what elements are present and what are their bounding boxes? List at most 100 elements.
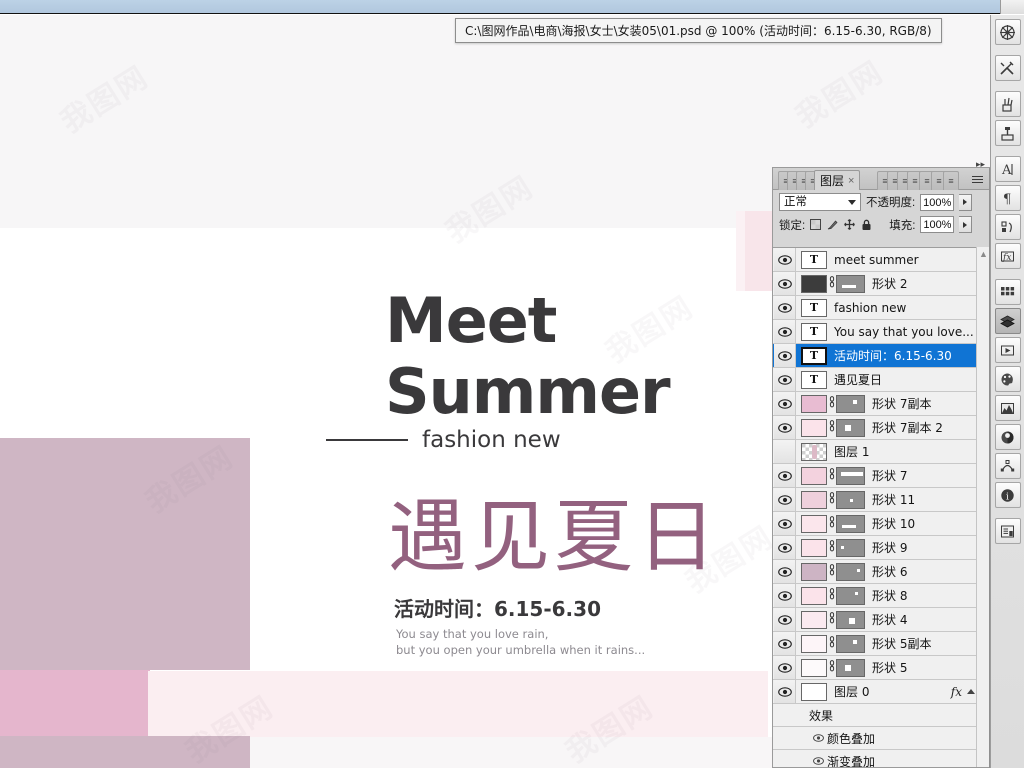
close-icon[interactable]: × — [848, 171, 854, 191]
effect-row[interactable]: 渐变叠加 — [773, 750, 989, 767]
link-mask-icon[interactable] — [827, 660, 836, 675]
layer-thumbnail-text[interactable]: T — [801, 298, 827, 317]
layer-visibility-toggle[interactable] — [774, 392, 796, 415]
layers-panel[interactable]: ▸▸ ≡ ≡ ≡ ≡ 图层 × ≡ ≡ ≡ ≡ ≡ ≡ ≡ 正常 不透明度: 1… — [772, 159, 990, 768]
layer-row[interactable]: 形状 8 — [773, 584, 989, 608]
link-mask-icon[interactable] — [827, 540, 836, 555]
window-controls-area[interactable] — [1000, 0, 1024, 14]
layer-thumbnail-text[interactable]: T — [801, 250, 827, 269]
layer-list[interactable]: Tmeet summer 形状 2 Tfashion new T You say tha… — [773, 247, 989, 767]
layer-visibility-toggle[interactable] — [774, 416, 796, 439]
layer-thumbnail-shape[interactable] — [801, 562, 827, 581]
layer-visibility-toggle[interactable] — [774, 656, 796, 679]
layer-row[interactable]: 形状 7副本 2 — [773, 416, 989, 440]
panel-tab-hidden[interactable]: ≡ — [943, 171, 959, 190]
layer-visibility-toggle[interactable] — [774, 488, 796, 511]
layer-row[interactable]: Tfashion new — [773, 296, 989, 320]
layer-thumbnail-shape[interactable] — [801, 490, 827, 509]
layer-thumbnail-shape[interactable] — [801, 538, 827, 557]
layer-visibility-toggle[interactable] — [774, 368, 796, 391]
effect-row[interactable]: 颜色叠加 — [773, 727, 989, 750]
layer-visibility-toggle[interactable] — [774, 512, 796, 535]
link-mask-icon[interactable] — [827, 396, 836, 411]
blend-mode-select[interactable]: 正常 — [779, 193, 861, 211]
layer-visibility-toggle[interactable] — [774, 296, 796, 319]
link-mask-icon[interactable] — [827, 276, 836, 291]
layer-visibility-toggle[interactable] — [774, 440, 796, 463]
layer-mask-thumbnail[interactable] — [836, 538, 865, 557]
paragraph-panel-icon[interactable]: ¶ — [994, 185, 1021, 211]
layer-mask-thumbnail[interactable] — [836, 634, 865, 653]
link-mask-icon[interactable] — [827, 612, 836, 627]
layer-row[interactable]: 形状 7 — [773, 464, 989, 488]
layer-row[interactable]: 形状 5 — [773, 656, 989, 680]
layers-panel-icon[interactable] — [994, 308, 1021, 334]
blend-opacity-row[interactable]: 正常 不透明度: 100% — [773, 190, 989, 213]
tools-icon[interactable] — [994, 55, 1021, 81]
layer-mask-thumbnail[interactable] — [836, 586, 865, 605]
layer-thumbnail-shape[interactable] — [801, 610, 827, 629]
layer-thumbnail-base[interactable] — [801, 682, 827, 701]
layer-list-scrollbar[interactable]: ▲ — [976, 247, 989, 767]
layer-row[interactable]: Tmeet summer — [773, 248, 989, 272]
layer-thumbnail-text[interactable]: T — [801, 346, 827, 365]
layer-row[interactable]: 形状 5副本 — [773, 632, 989, 656]
link-mask-icon[interactable] — [827, 636, 836, 651]
layer-visibility-toggle[interactable] — [774, 680, 796, 703]
layer-thumbnail-shape[interactable] — [801, 634, 827, 653]
fill-stepper[interactable] — [959, 216, 973, 233]
expand-effects-icon[interactable] — [967, 689, 975, 694]
layer-thumbnail-shape[interactable] — [801, 394, 827, 413]
histogram-panel-icon[interactable] — [994, 395, 1021, 421]
settings-wheel-icon[interactable] — [994, 19, 1021, 45]
styles-panel-icon[interactable]: fx — [994, 243, 1021, 269]
scroll-up-icon[interactable]: ▲ — [977, 247, 990, 260]
layer-mask-thumbnail[interactable] — [836, 658, 865, 677]
layer-row[interactable]: 形状 2 — [773, 272, 989, 296]
layer-thumbnail-text[interactable]: T — [801, 370, 827, 389]
collapse-panels-icon[interactable]: ▸▸ — [976, 159, 985, 170]
layer-row[interactable]: 形状 9 — [773, 536, 989, 560]
layer-thumbnail-shape[interactable] — [801, 514, 827, 533]
layer-thumbnail-text[interactable]: T — [801, 322, 827, 341]
brush-preset-icon[interactable] — [994, 91, 1021, 117]
layer-visibility-toggle[interactable] — [774, 560, 796, 583]
layer-row[interactable]: 形状 10 — [773, 512, 989, 536]
effect-visibility-toggle[interactable] — [809, 734, 827, 742]
link-mask-icon[interactable] — [827, 420, 836, 435]
link-mask-icon[interactable] — [827, 588, 836, 603]
panel-tab-strip[interactable]: ▸▸ ≡ ≡ ≡ ≡ 图层 × ≡ ≡ ≡ ≡ ≡ ≡ ≡ — [773, 159, 989, 191]
layer-mask-thumbnail[interactable] — [836, 274, 865, 293]
link-mask-icon[interactable] — [827, 468, 836, 483]
effect-visibility-toggle[interactable] — [809, 757, 827, 765]
layer-row[interactable]: 形状 7副本 — [773, 392, 989, 416]
channels-panel-icon[interactable] — [994, 424, 1021, 450]
layer-visibility-toggle[interactable] — [774, 632, 796, 655]
fill-input[interactable]: 100% — [920, 216, 955, 233]
layer-mask-thumbnail[interactable] — [836, 394, 865, 413]
layer-visibility-toggle[interactable] — [774, 536, 796, 559]
layer-visibility-toggle[interactable] — [774, 344, 796, 367]
timeline-panel-icon[interactable] — [994, 337, 1021, 363]
layer-mask-thumbnail[interactable] — [836, 418, 865, 437]
tab-layers[interactable]: 图层 × — [814, 170, 861, 191]
lock-fill-row[interactable]: 锁定: 填充: 100% — [773, 213, 989, 235]
color-panel-icon[interactable] — [994, 366, 1021, 392]
document-title-bar[interactable]: C:\图网作品\电商\海报\女士\女装05\01.psd @ 100% (活动时… — [455, 18, 942, 43]
layer-mask-thumbnail[interactable] — [836, 490, 865, 509]
link-mask-icon[interactable] — [827, 564, 836, 579]
layer-mask-thumbnail[interactable] — [836, 610, 865, 629]
adjustments-panel-icon[interactable] — [994, 279, 1021, 305]
layer-thumbnail-shape[interactable] — [801, 586, 827, 605]
layer-mask-thumbnail[interactable] — [836, 514, 865, 533]
layer-thumbnail-shape[interactable] — [801, 466, 827, 485]
opacity-stepper[interactable] — [959, 193, 973, 211]
opacity-input[interactable]: 100% — [920, 193, 955, 211]
layer-row[interactable]: 图层 0 fx — [773, 680, 989, 704]
fx-icon[interactable]: fx — [951, 685, 962, 699]
layer-visibility-toggle[interactable] — [774, 248, 796, 271]
layer-row[interactable]: 形状 4 — [773, 608, 989, 632]
layer-thumbnail-shape[interactable] — [801, 274, 827, 293]
character-panel-icon[interactable]: A — [994, 156, 1021, 182]
layer-mask-thumbnail[interactable] — [836, 466, 865, 485]
